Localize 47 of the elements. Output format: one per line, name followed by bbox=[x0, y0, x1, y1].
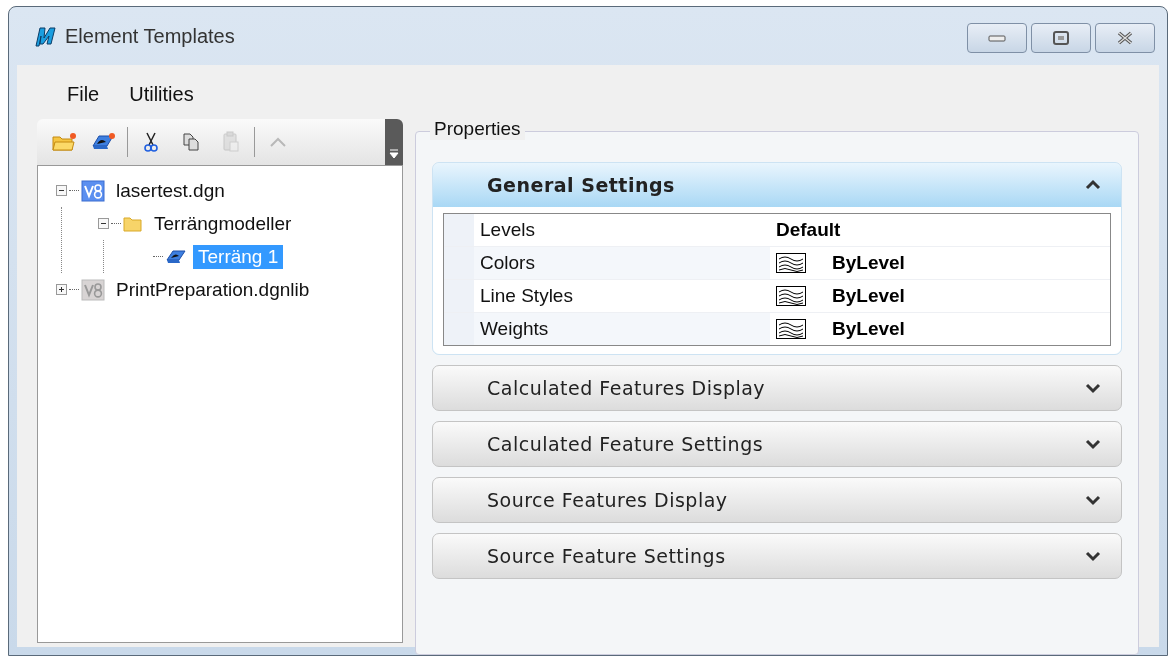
maximize-button[interactable] bbox=[1031, 23, 1091, 53]
menu-item[interactable]: Utilities bbox=[129, 83, 194, 105]
collapse-toggle[interactable] bbox=[98, 218, 109, 229]
copy-icon[interactable] bbox=[182, 132, 200, 152]
section-header[interactable]: Calculated Features Display bbox=[433, 366, 1121, 410]
section-header[interactable]: Source Feature Settings bbox=[433, 534, 1121, 578]
property-value: ByLevel bbox=[832, 318, 905, 340]
menu-item[interactable]: File bbox=[67, 83, 100, 105]
terrain-icon bbox=[165, 247, 187, 266]
section-header[interactable]: Source Features Display bbox=[433, 478, 1121, 522]
layers-icon bbox=[776, 286, 806, 306]
folder-icon bbox=[123, 214, 143, 233]
overflow-icon bbox=[389, 147, 399, 159]
property-name: Colors bbox=[474, 247, 770, 279]
folder-icon[interactable] bbox=[52, 132, 76, 152]
collapse-toggle[interactable] bbox=[56, 185, 67, 196]
property-name: Line Styles bbox=[474, 280, 770, 312]
close-icon bbox=[1116, 31, 1134, 45]
expand-toggle[interactable] bbox=[56, 284, 67, 295]
property-name: Levels bbox=[474, 214, 770, 246]
property-name: Weights bbox=[474, 313, 770, 345]
v8-file-icon bbox=[81, 278, 105, 301]
app-logo-icon bbox=[33, 24, 57, 48]
expand-chevron-icon bbox=[1085, 494, 1101, 506]
minimize-icon bbox=[988, 34, 1006, 42]
tree-item[interactable]: PrintPreparation.dgnlib bbox=[111, 277, 315, 302]
property-value: ByLevel bbox=[832, 252, 905, 274]
minimize-button[interactable] bbox=[967, 23, 1027, 53]
v8-file-icon bbox=[81, 179, 105, 202]
section-header[interactable]: Calculated Feature Settings bbox=[433, 422, 1121, 466]
window-title: Element Templates bbox=[65, 24, 235, 48]
tree-item[interactable]: lasertest.dgn bbox=[111, 178, 230, 203]
cut-icon[interactable] bbox=[143, 131, 159, 153]
section-header[interactable]: General Settings bbox=[433, 163, 1121, 207]
expand-chevron-icon bbox=[1085, 438, 1101, 450]
toolbar-overflow-button[interactable] bbox=[385, 119, 403, 165]
property-value: ByLevel bbox=[832, 285, 905, 307]
close-button[interactable] bbox=[1095, 23, 1155, 53]
tree-item[interactable]: Terrängmodeller bbox=[149, 211, 297, 236]
collapse-chevron-icon bbox=[1085, 179, 1101, 191]
terrain-icon[interactable] bbox=[91, 132, 117, 152]
maximize-icon bbox=[1053, 31, 1069, 45]
property-value: Default bbox=[776, 219, 841, 241]
expand-chevron-icon bbox=[1085, 382, 1101, 394]
layers-icon bbox=[776, 253, 806, 273]
layers-icon bbox=[776, 319, 806, 339]
expand-chevron-icon bbox=[1085, 550, 1101, 562]
